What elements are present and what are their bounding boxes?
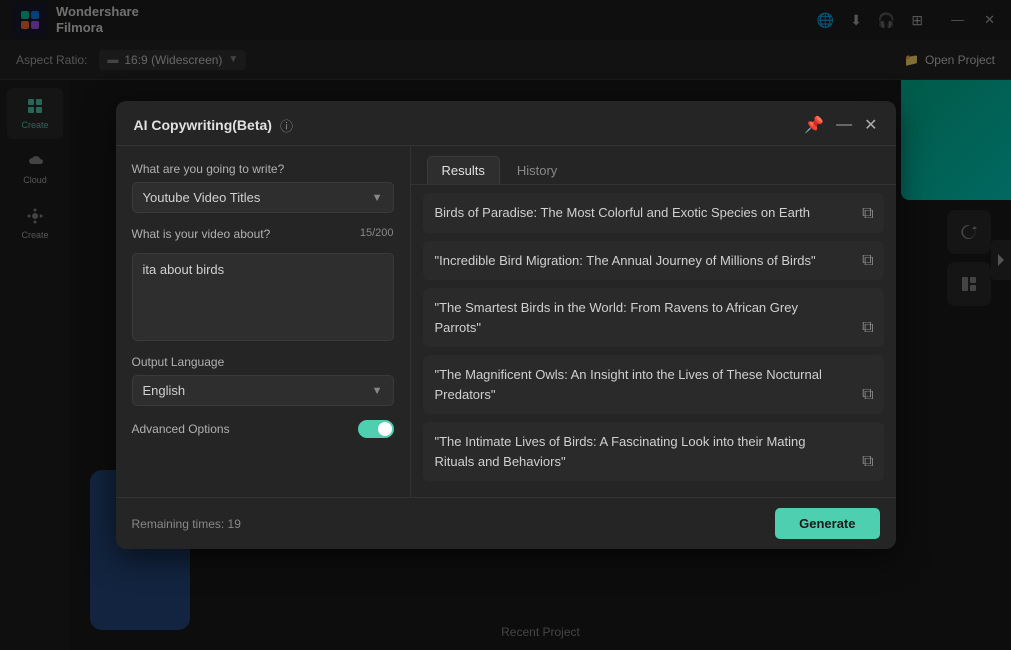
video-about-label: What is your video about?	[132, 227, 271, 241]
modal-minimize-button[interactable]: —	[836, 116, 852, 134]
modal-title: AI Copywriting(Beta)	[134, 117, 272, 133]
tab-history[interactable]: History	[502, 156, 572, 184]
ai-copywriting-modal: AI Copywriting(Beta) ⓘ 📌 — ✕ What are yo…	[116, 101, 896, 549]
result-text: "The Magnificent Owls: An Insight into t…	[435, 365, 872, 404]
output-language-field: Output Language English ▼	[132, 355, 394, 406]
write-type-value: Youtube Video Titles	[143, 190, 261, 205]
remaining-times: Remaining times: 19	[132, 517, 241, 531]
video-about-field: What is your video about? 15/200	[132, 227, 394, 341]
write-type-label: What are you going to write?	[132, 162, 394, 176]
advanced-options-toggle[interactable]	[358, 420, 394, 438]
tab-results[interactable]: Results	[427, 156, 500, 184]
result-item: "The Magnificent Owls: An Insight into t…	[423, 355, 884, 414]
modal-body: What are you going to write? Youtube Vid…	[116, 146, 896, 497]
copy-button[interactable]: ⧉	[860, 203, 875, 225]
modal-header-right: 📌 — ✕	[804, 115, 877, 135]
result-item: "Incredible Bird Migration: The Annual J…	[423, 241, 884, 281]
copy-button[interactable]: ⧉	[860, 451, 875, 473]
video-about-textarea[interactable]	[132, 253, 394, 341]
result-item: "The Smartest Birds in the World: From R…	[423, 288, 884, 347]
modal-title-row: AI Copywriting(Beta) ⓘ	[134, 116, 293, 135]
output-language-label: Output Language	[132, 355, 394, 369]
output-language-select[interactable]: English ▼	[132, 375, 394, 406]
output-language-value: English	[143, 383, 186, 398]
copy-button[interactable]: ⧉	[860, 250, 875, 272]
modal-close-button[interactable]: ✕	[864, 115, 877, 135]
pin-icon[interactable]: 📌	[804, 115, 824, 135]
modal-left-panel: What are you going to write? Youtube Vid…	[116, 146, 411, 497]
language-arrow: ▼	[372, 385, 383, 397]
generate-button[interactable]: Generate	[775, 508, 879, 539]
video-about-header: What is your video about? 15/200	[132, 227, 394, 247]
result-text: "The Smartest Birds in the World: From R…	[435, 298, 872, 337]
modal-footer: Remaining times: 19 Generate	[116, 497, 896, 549]
write-type-arrow: ▼	[372, 192, 383, 204]
tabs-bar: Results History	[411, 146, 896, 185]
result-text: Birds of Paradise: The Most Colorful and…	[435, 203, 872, 223]
result-text: "The Intimate Lives of Birds: A Fascinat…	[435, 432, 872, 471]
copy-button[interactable]: ⧉	[860, 384, 875, 406]
modal-right-panel: Results History Birds of Paradise: The M…	[411, 146, 896, 497]
write-type-field: What are you going to write? Youtube Vid…	[132, 162, 394, 213]
result-item: Birds of Paradise: The Most Colorful and…	[423, 193, 884, 233]
result-item: "The Intimate Lives of Birds: A Fascinat…	[423, 422, 884, 481]
char-count: 15/200	[360, 227, 394, 247]
advanced-options-row: Advanced Options	[132, 420, 394, 438]
results-list: Birds of Paradise: The Most Colorful and…	[411, 185, 896, 497]
result-text: "Incredible Bird Migration: The Annual J…	[435, 251, 872, 271]
copy-button[interactable]: ⧉	[860, 317, 875, 339]
write-type-select[interactable]: Youtube Video Titles ▼	[132, 182, 394, 213]
toggle-knob	[378, 422, 392, 436]
advanced-options-label: Advanced Options	[132, 422, 230, 436]
modal-header: AI Copywriting(Beta) ⓘ 📌 — ✕	[116, 101, 896, 146]
info-icon[interactable]: ⓘ	[280, 116, 293, 135]
